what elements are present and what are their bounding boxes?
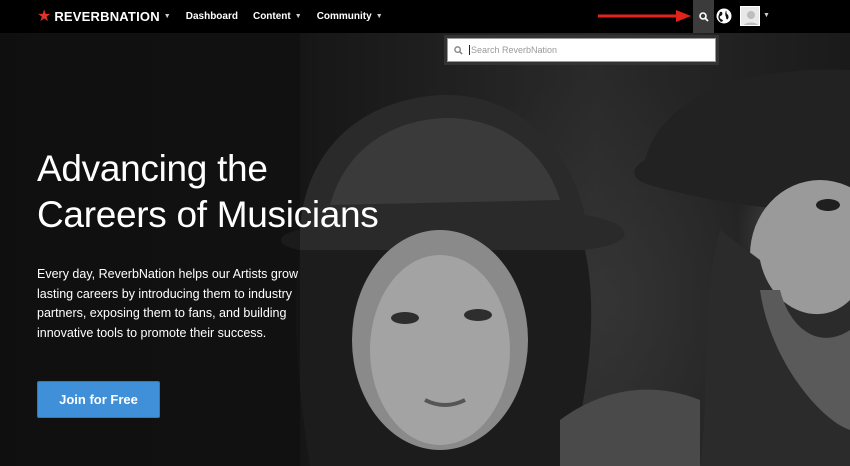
chevron-down-icon: ▼ [375,13,383,20]
nav-item-label: Dashboard [185,11,238,22]
chevron-down-icon: ▼ [294,13,302,20]
hero-tagline: Every day, ReverbNation helps our Artist… [37,267,298,340]
search-field [447,38,716,62]
hero-headline: Advancing the Careers of Musicians [37,146,437,238]
chevron-down-icon[interactable]: ▼ [763,12,770,19]
nav-item-content[interactable]: Content ▼ [253,11,302,22]
nav-item-label: Content [252,11,291,22]
search-toggle-button[interactable] [693,0,714,33]
nav-item-label: Community [316,11,372,22]
user-avatar[interactable] [740,6,760,26]
reverbnation-logo[interactable]: ★ REVERBNATION ▼ [37,0,171,33]
star-icon: ★ [37,7,52,25]
top-navigation-bar: ★ REVERBNATION ▼ Dashboard Content ▼ Com… [0,0,850,33]
hero-headline-line-1: Advancing the [37,148,268,189]
user-silhouette-icon [743,11,759,25]
annotation-arrow [598,10,691,22]
search-icon [698,11,709,22]
chevron-down-icon: ▼ [163,13,171,20]
join-for-free-button[interactable]: Join for Free [37,381,160,418]
nav-item-dashboard[interactable]: Dashboard [186,11,238,22]
nav-item-community[interactable]: Community ▼ [317,11,383,22]
globe-icon [716,8,732,24]
search-input[interactable] [469,45,699,55]
search-dropdown [444,35,719,65]
logo-wordmark: REVERBNATION [54,9,160,24]
search-icon [454,45,463,55]
language-globe-button[interactable] [715,7,733,25]
hero-headline-line-2: Careers of Musicians [37,194,379,235]
